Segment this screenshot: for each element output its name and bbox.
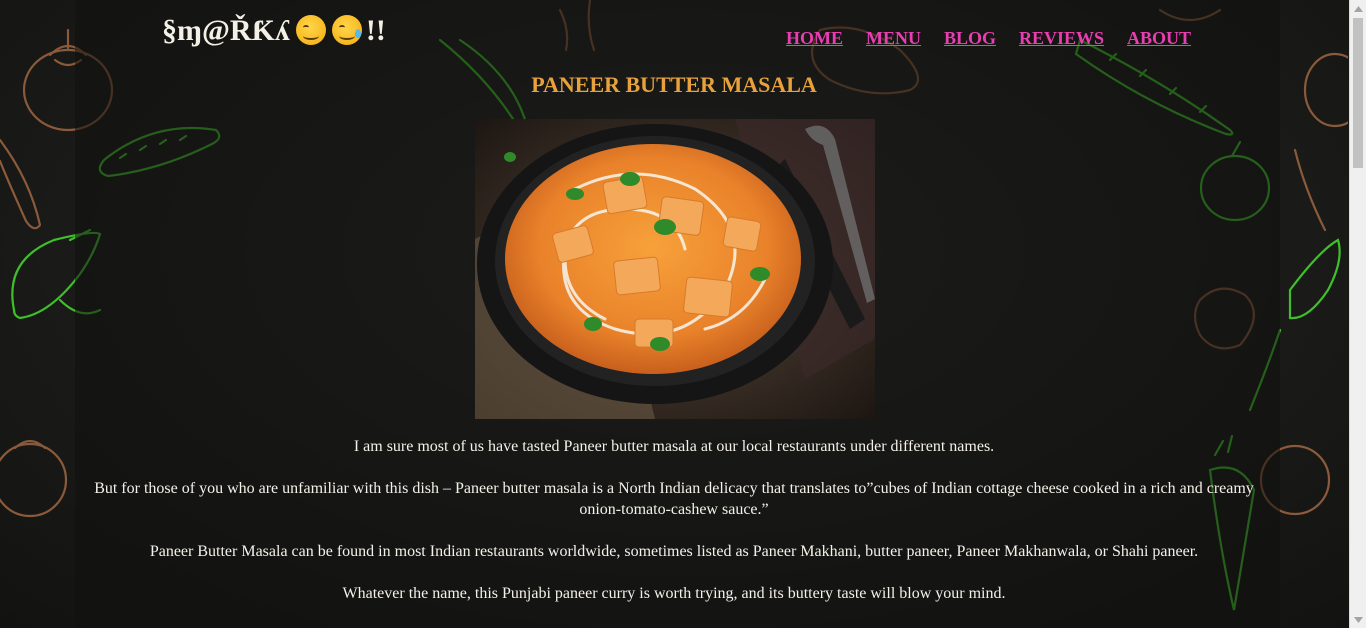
page: §ɱ@ŘƘʎ!! HOME MENU BLOG REVIEWS ABOUT PA…: [0, 0, 1366, 628]
carrot-doodle-3: [1293, 148, 1327, 232]
logo-text: §ɱ@ŘƘʎ: [162, 14, 290, 47]
paragraph: But for those of you who are unfamiliar …: [94, 480, 1254, 518]
article-body: I am sure most of us have tasted Paneer …: [78, 436, 1270, 625]
face-savoring-food-icon: [295, 15, 326, 45]
chevron-up-icon[interactable]: [1350, 0, 1366, 17]
nav-link-home[interactable]: HOME: [786, 28, 843, 49]
chevron-down-icon[interactable]: [1350, 611, 1366, 628]
page-title: PANEER BUTTER MASALA: [531, 72, 817, 97]
nav-link-reviews[interactable]: REVIEWS: [1019, 28, 1104, 49]
main-nav: HOME MENU BLOG REVIEWS ABOUT: [786, 28, 1191, 49]
scrollbar-thumb[interactable]: [1353, 18, 1363, 168]
nav-link-menu[interactable]: MENU: [866, 28, 921, 49]
paragraph: Whatever the name, this Punjabi paneer c…: [342, 585, 1006, 602]
paragraph: I am sure most of us have tasted Paneer …: [353, 438, 995, 455]
paneer-butter-masala-photo: [475, 119, 875, 419]
site-logo[interactable]: §ɱ@ŘƘʎ!!: [162, 14, 386, 48]
nav-link-about[interactable]: ABOUT: [1127, 28, 1191, 49]
paragraph: Paneer Butter Masala can be found in mos…: [149, 543, 1199, 560]
vertical-scrollbar[interactable]: [1349, 0, 1366, 628]
tomato-doodle-2: [0, 439, 68, 518]
logo-suffix: !!: [365, 14, 386, 47]
nav-link-blog[interactable]: BLOG: [944, 28, 996, 49]
tear-drop-icon: [354, 29, 361, 38]
carrot-doodle: [0, 138, 42, 230]
face-savoring-food-icon: [331, 15, 362, 45]
